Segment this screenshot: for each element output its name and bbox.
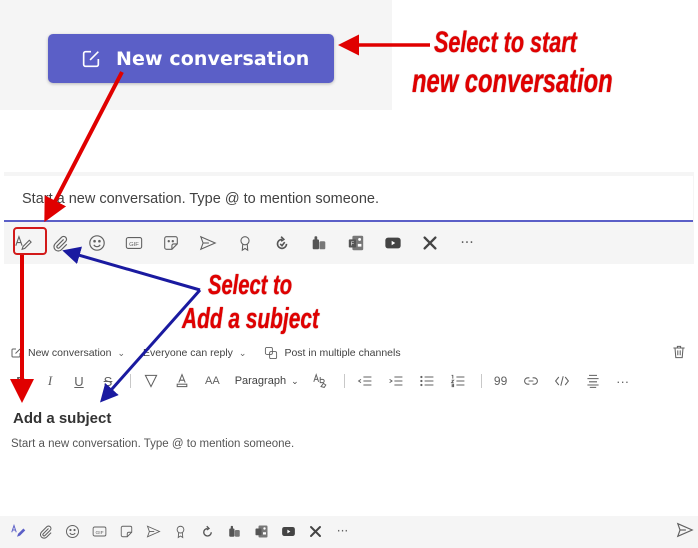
send-icon[interactable]: [676, 521, 694, 539]
decrease-indent-icon[interactable]: [357, 373, 373, 389]
loop-icon[interactable]: [200, 524, 215, 539]
gif-icon[interactable]: GIF: [92, 524, 107, 539]
post-multiple-channels-button[interactable]: Post in multiple channels: [264, 346, 401, 360]
collab-icon[interactable]: [421, 234, 439, 252]
composer-toolbar: GIF F ···: [14, 230, 495, 256]
font-color-icon[interactable]: [174, 373, 190, 389]
chevron-down-icon: ⌄: [238, 347, 247, 358]
compose-icon: [11, 348, 21, 358]
format-highlight-box: [13, 227, 47, 255]
increase-indent-icon[interactable]: [388, 373, 404, 389]
sticker-icon[interactable]: [119, 524, 134, 539]
forms-icon[interactable]: [254, 524, 269, 539]
annotation-subject-line1: Select to: [208, 269, 293, 300]
separator: [343, 374, 345, 388]
highlight-icon[interactable]: [143, 373, 159, 389]
subject-input[interactable]: Add a subject: [13, 410, 111, 427]
attach-icon[interactable]: [51, 234, 69, 252]
numbered-list-icon[interactable]: [450, 373, 466, 389]
link-icon[interactable]: [523, 373, 539, 389]
post-options-row: New conversation ⌄ Everyone can reply ⌄ …: [10, 344, 419, 362]
separator: [480, 374, 482, 388]
bullet-list-icon[interactable]: [419, 373, 435, 389]
quote-button[interactable]: 99: [494, 374, 508, 388]
gif-icon[interactable]: GIF: [125, 234, 143, 252]
compose-icon: [82, 50, 100, 67]
youtube-icon[interactable]: [281, 524, 296, 539]
align-icon[interactable]: [585, 373, 601, 389]
format-toolbar: B I U S AA Paragraph ⌄ 99 ···: [14, 371, 645, 391]
message-placeholder: Start a new conversation. Type @ to ment…: [22, 191, 380, 207]
reply-setting-dropdown[interactable]: Everyone can reply ⌄: [143, 347, 246, 359]
app-icon[interactable]: [310, 234, 328, 252]
post-multiple-channels-label: Post in multiple channels: [284, 347, 401, 359]
reply-setting-label: Everyone can reply: [143, 347, 233, 359]
emoji-icon[interactable]: [65, 524, 80, 539]
body-input[interactable]: Start a new conversation. Type @ to ment…: [11, 438, 294, 450]
strikethrough-button[interactable]: S: [101, 374, 115, 389]
app-icon[interactable]: [227, 524, 242, 539]
sticker-icon[interactable]: [162, 234, 180, 252]
annotation-subject-line2: Add a subject: [182, 303, 319, 335]
code-icon[interactable]: [554, 373, 570, 389]
schedule-send-icon[interactable]: [146, 524, 161, 539]
annotation-start-line2: new conversation: [412, 62, 613, 99]
attach-icon[interactable]: [38, 524, 53, 539]
post-type-dropdown[interactable]: New conversation ⌄: [10, 347, 125, 359]
underline-button[interactable]: U: [72, 374, 86, 389]
bottom-toolbar: GIF ···: [11, 522, 362, 540]
more-icon[interactable]: ···: [335, 524, 350, 539]
loop-icon[interactable]: [273, 234, 291, 252]
emoji-icon[interactable]: [88, 234, 106, 252]
praise-icon[interactable]: [236, 234, 254, 252]
separator: [130, 374, 131, 388]
new-conversation-label: New conversation: [116, 47, 310, 70]
praise-icon[interactable]: [173, 524, 188, 539]
paragraph-label: Paragraph: [234, 375, 287, 387]
chevron-down-icon: ⌄: [291, 375, 299, 386]
new-conversation-button[interactable]: New conversation: [48, 34, 334, 83]
format-icon[interactable]: [11, 523, 26, 539]
bold-button[interactable]: B: [14, 374, 28, 389]
italic-button[interactable]: I: [43, 373, 57, 389]
post-type-label: New conversation: [28, 347, 112, 359]
annotation-start-line1: Select to start: [434, 26, 577, 59]
more-icon[interactable]: ···: [458, 234, 476, 252]
delete-icon[interactable]: [671, 344, 687, 360]
svg-text:GIF: GIF: [95, 529, 103, 535]
collab-icon[interactable]: [308, 524, 323, 539]
font-size-button[interactable]: AA: [205, 375, 220, 387]
forms-icon[interactable]: F: [347, 234, 365, 252]
youtube-icon[interactable]: [384, 234, 402, 252]
message-input[interactable]: Start a new conversation. Type @ to ment…: [4, 176, 693, 222]
chevron-down-icon: ⌄: [117, 347, 126, 358]
svg-text:GIF: GIF: [129, 242, 139, 248]
more-format-button[interactable]: ···: [616, 374, 630, 389]
copy-icon: [265, 346, 278, 360]
paragraph-dropdown[interactable]: Paragraph ⌄: [235, 375, 299, 387]
clear-format-icon[interactable]: [312, 373, 329, 389]
schedule-send-icon[interactable]: [199, 234, 217, 252]
